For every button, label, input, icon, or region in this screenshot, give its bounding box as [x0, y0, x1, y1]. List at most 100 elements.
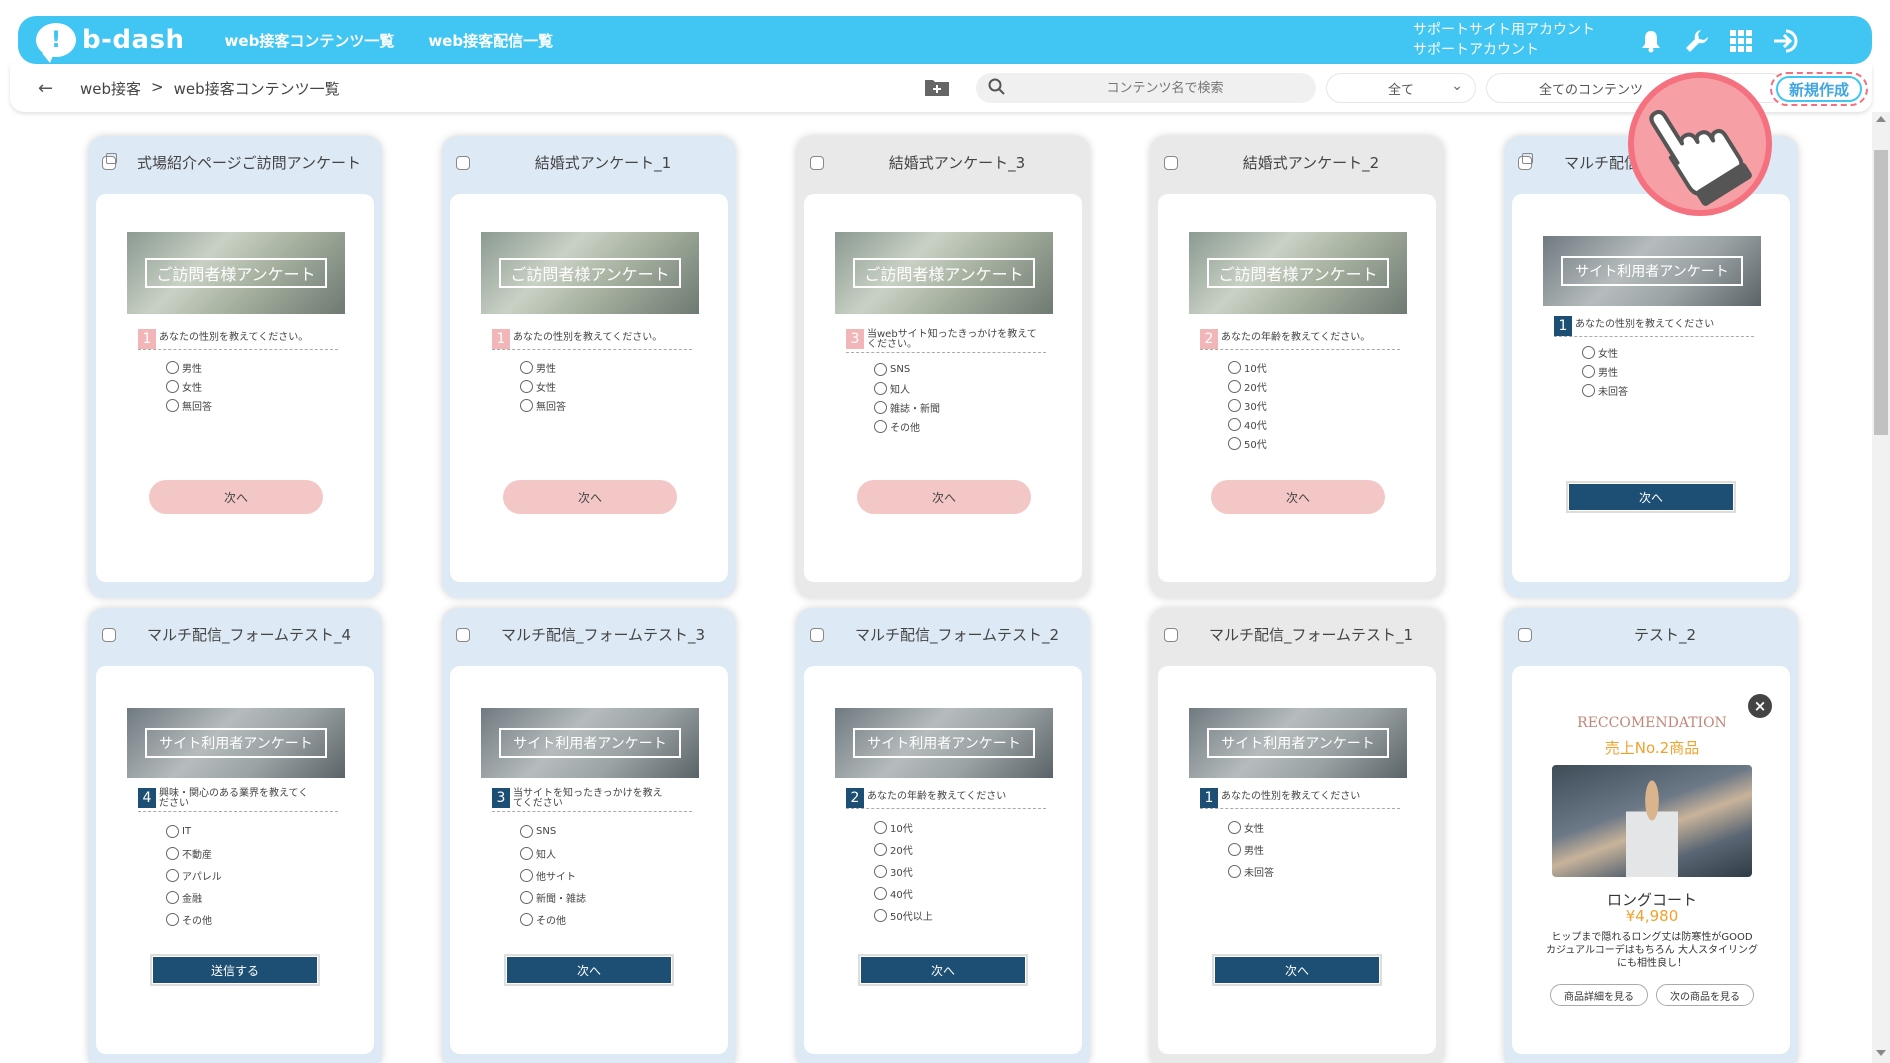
card-checkbox[interactable]	[1518, 153, 1533, 170]
radio-button	[874, 382, 887, 395]
card-title: マルチ配信_フォームテスト_3	[500, 626, 706, 644]
question-number: 2	[846, 788, 864, 808]
card-checkbox[interactable]	[456, 156, 470, 170]
next-button-label: 次へ	[861, 957, 1025, 983]
option-item: 無回答	[520, 396, 566, 415]
next-button-label: 次へ	[507, 957, 671, 983]
nav-link-deliveries[interactable]: web接客配信一覧	[428, 30, 553, 51]
option-item: 50代	[1228, 434, 1267, 453]
question-number: 3	[492, 788, 510, 808]
option-item: その他	[874, 417, 940, 436]
card-checkbox[interactable]	[1164, 156, 1178, 170]
grid-icon[interactable]	[1726, 26, 1756, 56]
content-card[interactable]: テスト_2 RECCOMENDATION 売上No.2商品 ロングコート ¥4,…	[1504, 608, 1798, 1063]
radio-button	[166, 868, 179, 882]
wrench-icon[interactable]	[1682, 26, 1712, 56]
question: 1 あなたの性別を教えてください。	[492, 329, 692, 350]
scroll-up-icon[interactable]	[1876, 116, 1886, 122]
option-item: 他サイト	[520, 864, 586, 886]
options-list: SNS 知人 雑誌・新聞 その他	[874, 360, 940, 436]
card-title: 結婚式アンケート_1	[534, 154, 672, 172]
option-item: 女性	[1228, 816, 1274, 838]
account-info[interactable]: サポートサイト用アカウント サポートアカウント	[1413, 20, 1595, 60]
radio-button	[520, 361, 533, 374]
content-card[interactable]: マルチ配信_フォームテスト_3 サイト利用者アンケート 3 当サイトを知ったきっ…	[442, 608, 736, 1063]
option-item: 30代	[874, 860, 933, 882]
card-checkbox[interactable]	[102, 628, 116, 642]
scrollbar-thumb[interactable]	[1874, 150, 1888, 435]
logout-icon[interactable]	[1772, 26, 1802, 56]
radio-button	[520, 399, 533, 412]
options-list: 男性 女性 無回答	[520, 358, 566, 415]
card-preview: ご訪問者様アンケート 1 あなたの性別を教えてください。 男性 女性 無回答 次…	[450, 194, 728, 582]
option-item: 未回答	[1228, 860, 1274, 882]
banner-label: ご訪問者様アンケート	[853, 258, 1035, 288]
content-card[interactable]: マルチ配信_フォームテスト_2 サイト利用者アンケート 2 あなたの年齢を教えて…	[796, 608, 1090, 1063]
banner-label: サイト利用者アンケート	[1207, 728, 1389, 758]
option-item: SNS	[520, 820, 586, 842]
option-label: 30代	[1244, 402, 1267, 413]
option-item: 知人	[520, 842, 586, 864]
options-list: 女性 男性 未回答	[1228, 816, 1274, 882]
option-item: 女性	[166, 377, 212, 396]
banner-label: サイト利用者アンケート	[499, 728, 681, 758]
content-card[interactable]: 結婚式アンケート_3 ご訪問者様アンケート 3 当webサイト知ったきっかけを教…	[796, 136, 1090, 598]
content-card[interactable]: マルチ配信_フォームテスト_4 サイト利用者アンケート 4 興味・関心のある業界…	[88, 608, 382, 1063]
radio-button	[874, 420, 887, 433]
question: 2 あなたの年齢を教えてください。	[1200, 329, 1400, 350]
option-label: 金融	[182, 893, 202, 905]
product-detail-button: 商品詳細を見る	[1550, 984, 1648, 1006]
card-preview: ご訪問者様アンケート 2 あなたの年齢を教えてください。 10代 20代 30代…	[1158, 194, 1436, 582]
banner-image: サイト利用者アンケート	[1543, 236, 1761, 306]
option-item: その他	[166, 908, 222, 930]
card-checkbox[interactable]	[810, 628, 824, 642]
option-item: 20代	[874, 838, 933, 860]
search-input[interactable]	[1020, 77, 1310, 99]
question: 3 当webサイト知ったきっかけを教えてください。	[846, 329, 1046, 353]
content-card[interactable]: マルチ配信_フォームテスト_1 サイト利用者アンケート 1 あなたの性別を教えて…	[1150, 608, 1444, 1063]
filter-all-select[interactable]: 全て ⌄	[1326, 73, 1476, 103]
card-checkbox[interactable]	[102, 153, 117, 170]
banner-image: ご訪問者様アンケート	[1189, 232, 1407, 314]
option-label: 女性	[1598, 349, 1618, 360]
option-item: 50代以上	[874, 904, 933, 926]
option-label: 無回答	[182, 402, 212, 413]
radio-button	[1228, 842, 1241, 856]
banner-image: ご訪問者様アンケート	[127, 232, 345, 314]
logo[interactable]: ! b-dash	[36, 23, 185, 63]
content-card[interactable]: 結婚式アンケート_1 ご訪問者様アンケート 1 あなたの性別を教えてください。 …	[442, 136, 736, 598]
card-preview: サイト利用者アンケート 4 興味・関心のある業界を教えてください IT 不動産 …	[96, 666, 374, 1054]
content-card[interactable]: 結婚式アンケート_2 ご訪問者様アンケート 2 あなたの年齢を教えてください。 …	[1150, 136, 1444, 598]
scroll-down-icon[interactable]	[1876, 1050, 1886, 1056]
options-list: 10代 20代 30代 40代 50代	[1228, 358, 1267, 453]
option-item: 20代	[1228, 377, 1267, 396]
folder-add-icon[interactable]	[924, 77, 950, 97]
option-item: アパレル	[166, 864, 222, 886]
card-checkbox[interactable]	[1164, 628, 1178, 642]
option-label: 40代	[1244, 421, 1267, 432]
new-create-button[interactable]: 新規作成	[1776, 76, 1862, 102]
radio-button	[1228, 418, 1241, 431]
content-card[interactable]: 式場紹介ページご訪問アンケート ご訪問者様アンケート 1 あなたの性別を教えてく…	[88, 136, 382, 598]
banner-label: ご訪問者様アンケート	[1207, 258, 1389, 288]
banner-label: サイト利用者アンケート	[853, 728, 1035, 758]
back-arrow-icon[interactable]: ←	[38, 78, 53, 99]
option-label: 30代	[890, 867, 913, 879]
card-checkbox[interactable]	[1518, 628, 1532, 642]
card-checkbox[interactable]	[456, 628, 470, 642]
card-title: 結婚式アンケート_3	[888, 154, 1026, 172]
nav-link-contents[interactable]: web接客コンテンツ一覧	[225, 30, 395, 51]
bell-icon[interactable]	[1636, 26, 1666, 56]
card-checkbox[interactable]	[810, 156, 824, 170]
option-label: 20代	[890, 845, 913, 857]
card-preview: サイト利用者アンケート 1 あなたの性別を教えてください 女性 男性 未回答 次…	[1512, 194, 1790, 582]
question-text: 興味・関心のある業界を教えてください	[159, 788, 309, 809]
option-label: 50代	[1244, 440, 1267, 451]
breadcrumb-item-web[interactable]: web接客	[80, 78, 141, 99]
radio-button	[1228, 864, 1241, 878]
radio-button	[166, 890, 179, 904]
next-button: 次へ	[1211, 480, 1385, 514]
option-label: 不動産	[182, 849, 212, 861]
card-preview: ご訪問者様アンケート 1 あなたの性別を教えてください。 男性 女性 無回答 次…	[96, 194, 374, 582]
product-model	[1626, 775, 1678, 877]
